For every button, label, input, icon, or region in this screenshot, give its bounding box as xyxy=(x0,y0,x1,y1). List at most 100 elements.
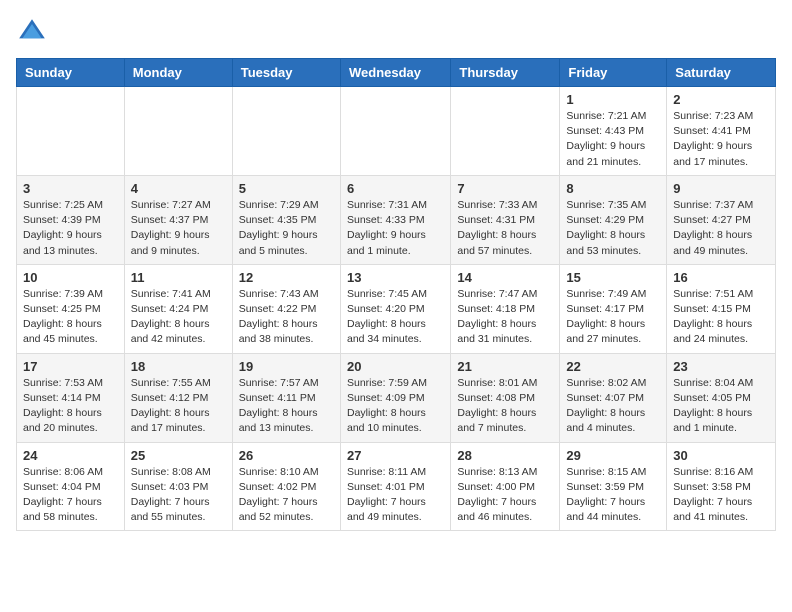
day-number: 9 xyxy=(673,181,769,196)
calendar-cell: 30Sunrise: 8:16 AM Sunset: 3:58 PM Dayli… xyxy=(667,442,776,531)
day-info: Sunrise: 7:47 AM Sunset: 4:18 PM Dayligh… xyxy=(457,287,553,348)
calendar-cell: 7 Sunrise: 7:33 AM Sunset: 4:31 PM Daylig… xyxy=(451,175,560,264)
calendar-week-4: 17 Sunrise: 7:53 AM Sunset: 4:14 PM Dayli… xyxy=(17,353,776,442)
calendar-cell: 20 Sunrise: 7:59 AM Sunset: 4:09 PM Dayli… xyxy=(340,353,450,442)
day-number: 18 xyxy=(131,359,226,374)
calendar-cell: 23 Sunrise: 8:04 AM Sunset: 4:05 PM Dayli… xyxy=(667,353,776,442)
day-number: 11 xyxy=(131,270,226,285)
day-info: Sunrise: 7:55 AM Sunset: 4:12 PM Dayligh… xyxy=(131,376,226,437)
day-number: 3 xyxy=(23,181,118,196)
day-info: Sunrise: 8:02 AM Sunset: 4:07 PM Dayligh… xyxy=(566,376,660,437)
day-info: Sunrise: 7:51 AM Sunset: 4:15 PM Dayligh… xyxy=(673,287,769,348)
calendar-header-sunday: Sunday xyxy=(17,59,125,87)
day-number: 7 xyxy=(457,181,553,196)
day-info: Sunrise: 7:29 AM Sunset: 4:35 PM Dayligh… xyxy=(239,198,334,259)
day-number: 22 xyxy=(566,359,660,374)
day-number: 21 xyxy=(457,359,553,374)
calendar-cell xyxy=(340,87,450,176)
day-info: Sunrise: 8:13 AM Sunset: 4:00 PM Dayligh… xyxy=(457,465,553,526)
calendar-header-monday: Monday xyxy=(124,59,232,87)
day-info: Sunrise: 7:37 AM Sunset: 4:27 PM Dayligh… xyxy=(673,198,769,259)
day-number: 8 xyxy=(566,181,660,196)
day-info: Sunrise: 7:35 AM Sunset: 4:29 PM Dayligh… xyxy=(566,198,660,259)
calendar-cell: 16 Sunrise: 7:51 AM Sunset: 4:15 PM Dayli… xyxy=(667,264,776,353)
logo-icon xyxy=(16,16,48,48)
calendar-cell: 22 Sunrise: 8:02 AM Sunset: 4:07 PM Dayli… xyxy=(560,353,667,442)
day-number: 1 xyxy=(566,92,660,107)
day-number: 14 xyxy=(457,270,553,285)
calendar-cell: 10 Sunrise: 7:39 AM Sunset: 4:25 PM Dayli… xyxy=(17,264,125,353)
calendar-cell: 19Sunrise: 7:57 AM Sunset: 4:11 PM Dayli… xyxy=(232,353,340,442)
day-info: Sunrise: 7:59 AM Sunset: 4:09 PM Dayligh… xyxy=(347,376,444,437)
day-number: 17 xyxy=(23,359,118,374)
day-number: 10 xyxy=(23,270,118,285)
calendar-week-3: 10 Sunrise: 7:39 AM Sunset: 4:25 PM Dayli… xyxy=(17,264,776,353)
day-info: Sunrise: 7:33 AM Sunset: 4:31 PM Dayligh… xyxy=(457,198,553,259)
calendar-cell: 14 Sunrise: 7:47 AM Sunset: 4:18 PM Dayli… xyxy=(451,264,560,353)
day-number: 13 xyxy=(347,270,444,285)
day-number: 15 xyxy=(566,270,660,285)
calendar-cell: 28 Sunrise: 8:13 AM Sunset: 4:00 PM Dayli… xyxy=(451,442,560,531)
calendar-cell xyxy=(17,87,125,176)
calendar-cell: 26Sunrise: 8:10 AM Sunset: 4:02 PM Dayli… xyxy=(232,442,340,531)
day-info: Sunrise: 8:16 AM Sunset: 3:58 PM Dayligh… xyxy=(673,465,769,526)
day-info: Sunrise: 8:01 AM Sunset: 4:08 PM Dayligh… xyxy=(457,376,553,437)
logo xyxy=(16,16,52,48)
day-number: 4 xyxy=(131,181,226,196)
day-number: 27 xyxy=(347,448,444,463)
calendar-cell: 24 Sunrise: 8:06 AM Sunset: 4:04 PM Dayli… xyxy=(17,442,125,531)
day-number: 20 xyxy=(347,359,444,374)
page-header xyxy=(16,16,776,48)
day-info: Sunrise: 7:25 AM Sunset: 4:39 PM Dayligh… xyxy=(23,198,118,259)
day-info: Sunrise: 7:49 AM Sunset: 4:17 PM Dayligh… xyxy=(566,287,660,348)
calendar-week-2: 3 Sunrise: 7:25 AM Sunset: 4:39 PM Daylig… xyxy=(17,175,776,264)
day-number: 28 xyxy=(457,448,553,463)
day-number: 26 xyxy=(239,448,334,463)
day-info: Sunrise: 7:41 AM Sunset: 4:24 PM Dayligh… xyxy=(131,287,226,348)
calendar-cell: 18 Sunrise: 7:55 AM Sunset: 4:12 PM Dayli… xyxy=(124,353,232,442)
calendar-cell: 27 Sunrise: 8:11 AM Sunset: 4:01 PM Dayli… xyxy=(340,442,450,531)
day-info: Sunrise: 7:43 AM Sunset: 4:22 PM Dayligh… xyxy=(239,287,334,348)
day-info: Sunrise: 8:06 AM Sunset: 4:04 PM Dayligh… xyxy=(23,465,118,526)
calendar-table: SundayMondayTuesdayWednesdayThursdayFrid… xyxy=(16,58,776,531)
calendar-cell xyxy=(124,87,232,176)
day-number: 29 xyxy=(566,448,660,463)
day-info: Sunrise: 7:27 AM Sunset: 4:37 PM Dayligh… xyxy=(131,198,226,259)
calendar-cell: 9 Sunrise: 7:37 AM Sunset: 4:27 PM Daylig… xyxy=(667,175,776,264)
day-info: Sunrise: 8:11 AM Sunset: 4:01 PM Dayligh… xyxy=(347,465,444,526)
day-info: Sunrise: 7:31 AM Sunset: 4:33 PM Dayligh… xyxy=(347,198,444,259)
calendar-header-thursday: Thursday xyxy=(451,59,560,87)
calendar-cell: 4 Sunrise: 7:27 AM Sunset: 4:37 PM Daylig… xyxy=(124,175,232,264)
calendar-week-1: 1 Sunrise: 7:21 AM Sunset: 4:43 PM Daylig… xyxy=(17,87,776,176)
calendar-header-row: SundayMondayTuesdayWednesdayThursdayFrid… xyxy=(17,59,776,87)
calendar-cell: 2 Sunrise: 7:23 AM Sunset: 4:41 PM Daylig… xyxy=(667,87,776,176)
day-info: Sunrise: 8:15 AM Sunset: 3:59 PM Dayligh… xyxy=(566,465,660,526)
calendar-cell: 1 Sunrise: 7:21 AM Sunset: 4:43 PM Daylig… xyxy=(560,87,667,176)
calendar-cell: 15 Sunrise: 7:49 AM Sunset: 4:17 PM Dayli… xyxy=(560,264,667,353)
calendar-week-5: 24 Sunrise: 8:06 AM Sunset: 4:04 PM Dayli… xyxy=(17,442,776,531)
day-number: 2 xyxy=(673,92,769,107)
calendar-cell xyxy=(232,87,340,176)
calendar-cell xyxy=(451,87,560,176)
day-number: 23 xyxy=(673,359,769,374)
calendar-cell: 25Sunrise: 8:08 AM Sunset: 4:03 PM Dayli… xyxy=(124,442,232,531)
day-number: 25 xyxy=(131,448,226,463)
day-info: Sunrise: 8:04 AM Sunset: 4:05 PM Dayligh… xyxy=(673,376,769,437)
day-info: Sunrise: 7:39 AM Sunset: 4:25 PM Dayligh… xyxy=(23,287,118,348)
calendar-cell: 13Sunrise: 7:45 AM Sunset: 4:20 PM Dayli… xyxy=(340,264,450,353)
calendar-cell: 29 Sunrise: 8:15 AM Sunset: 3:59 PM Dayli… xyxy=(560,442,667,531)
day-number: 16 xyxy=(673,270,769,285)
calendar-header-saturday: Saturday xyxy=(667,59,776,87)
calendar-header-friday: Friday xyxy=(560,59,667,87)
day-number: 5 xyxy=(239,181,334,196)
calendar-cell: 11 Sunrise: 7:41 AM Sunset: 4:24 PM Dayli… xyxy=(124,264,232,353)
day-info: Sunrise: 7:23 AM Sunset: 4:41 PM Dayligh… xyxy=(673,109,769,170)
day-info: Sunrise: 7:21 AM Sunset: 4:43 PM Dayligh… xyxy=(566,109,660,170)
calendar-header-tuesday: Tuesday xyxy=(232,59,340,87)
day-number: 24 xyxy=(23,448,118,463)
calendar-cell: 12Sunrise: 7:43 AM Sunset: 4:22 PM Dayli… xyxy=(232,264,340,353)
calendar-cell: 3 Sunrise: 7:25 AM Sunset: 4:39 PM Daylig… xyxy=(17,175,125,264)
day-info: Sunrise: 7:53 AM Sunset: 4:14 PM Dayligh… xyxy=(23,376,118,437)
calendar-cell: 8 Sunrise: 7:35 AM Sunset: 4:29 PM Daylig… xyxy=(560,175,667,264)
day-info: Sunrise: 7:57 AM Sunset: 4:11 PM Dayligh… xyxy=(239,376,334,437)
